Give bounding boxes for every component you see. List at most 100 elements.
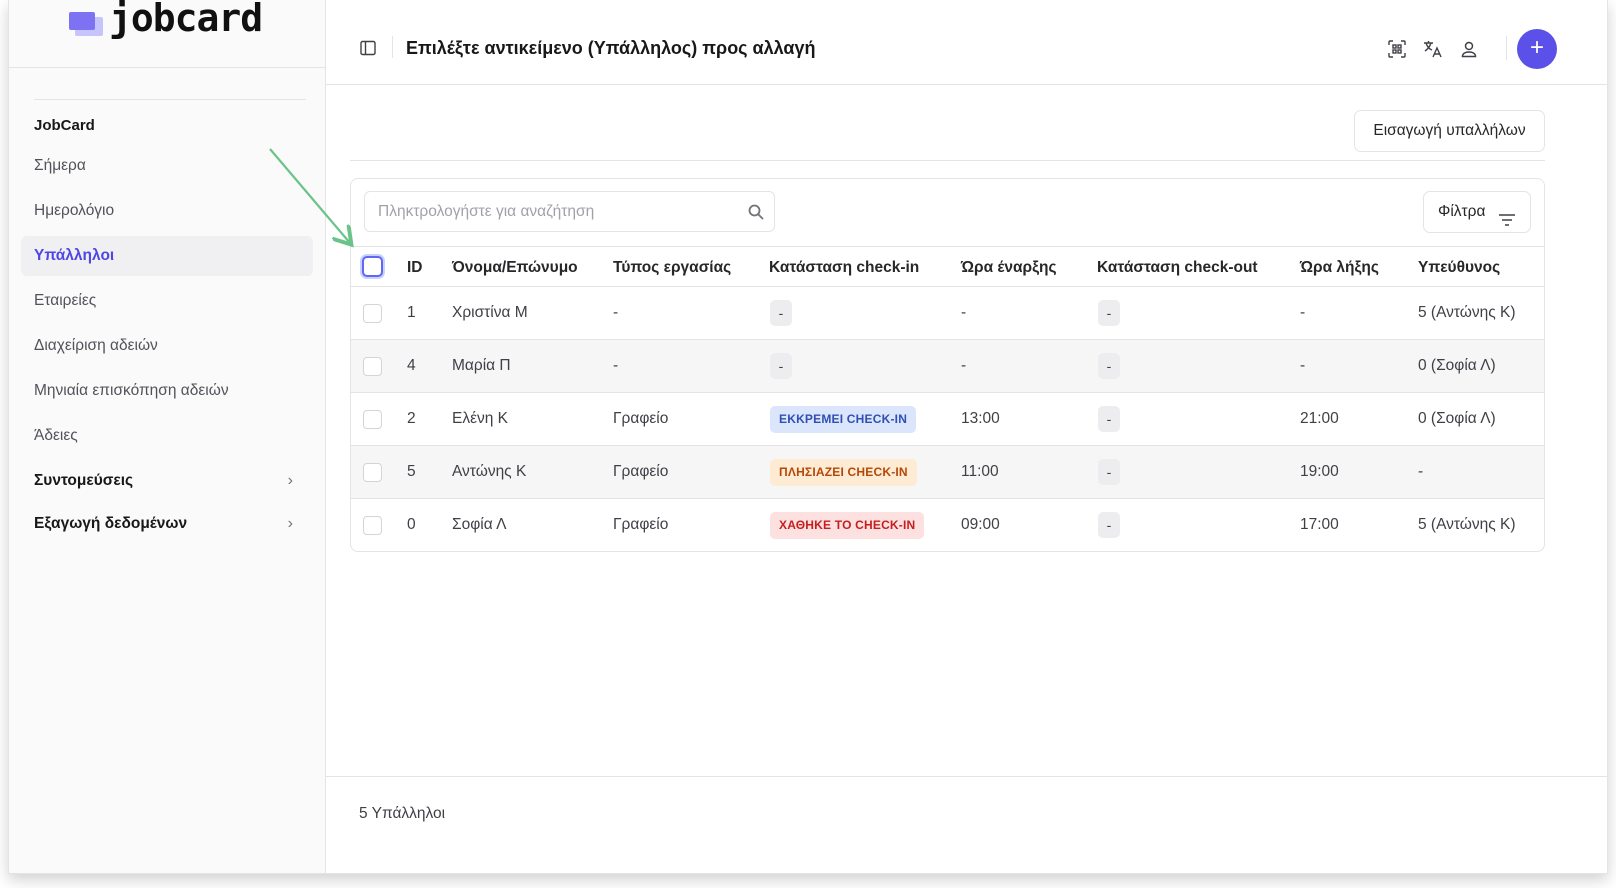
sidebar-item-today[interactable]: Σήμερα: [21, 146, 313, 186]
column-header-manager[interactable]: Υπεύθυνος: [1418, 259, 1500, 277]
sidebar-item-label: Άδειες: [34, 427, 78, 444]
header-separator: [1506, 36, 1507, 60]
search-icon[interactable]: [747, 203, 765, 221]
checkout-status-badge: -: [1098, 406, 1120, 432]
cell-end-time: 17:00: [1300, 516, 1339, 533]
checkout-status-badge: -: [1098, 353, 1120, 379]
sidebar-toggle-icon[interactable]: [360, 40, 376, 56]
user-icon[interactable]: [1459, 39, 1479, 59]
cell-name[interactable]: Αντώνης Κ: [452, 463, 526, 481]
cell-start-time: -: [961, 304, 967, 321]
checkout-status-badge: -: [1098, 459, 1120, 485]
nav-group-title: JobCard: [34, 117, 95, 134]
import-employees-button[interactable]: Εισαγωγή υπαλλήλων: [1354, 110, 1545, 152]
sidebar-section-label: Συντομεύσεις: [34, 472, 134, 489]
footer: 5 Υπάλληλοι: [326, 776, 1607, 873]
cell-start-time: 13:00: [961, 410, 1000, 427]
translate-icon[interactable]: [1423, 39, 1443, 59]
cell-name[interactable]: Ελένη Κ: [452, 410, 508, 428]
checkout-status-badge: -: [1098, 300, 1120, 326]
table-row[interactable]: 2 Ελένη Κ Γραφείο ΕΚΚΡΕΜΕΙ CHECK-IN 13:00 - 21…: [351, 392, 1544, 445]
cell-id[interactable]: 0: [407, 516, 416, 534]
page-title: Επιλέξτε αντικείμενο (Υπάλληλος) προς αλ…: [406, 38, 816, 58]
search-field[interactable]: [364, 191, 775, 232]
cell-name[interactable]: Μαρία Π: [452, 357, 511, 375]
cell-id[interactable]: 4: [407, 357, 416, 375]
row-checkbox[interactable]: [363, 357, 382, 376]
sidebar-item-label: Ημερολόγιο: [34, 202, 115, 219]
sidebar-section-shortcuts[interactable]: Συντομεύσεις ›: [21, 463, 313, 499]
table-row[interactable]: 4 Μαρία Π - - - - - 0 (Σοφία Λ): [351, 339, 1544, 392]
checkin-status-badge: ΠΛΗΣΙΑΖΕΙ CHECK-IN: [770, 459, 917, 486]
column-header-end-time[interactable]: Ώρα λήξης: [1300, 259, 1379, 277]
cell-name[interactable]: Σοφία Λ: [452, 516, 506, 534]
cell-work-type: -: [613, 304, 619, 321]
table-header-divider: [351, 246, 1544, 247]
row-checkbox[interactable]: [363, 516, 382, 535]
row-checkbox[interactable]: [363, 410, 382, 429]
checkin-status-badge: ΧΑΘΗΚΕ ΤΟ CHECK-IN: [770, 512, 925, 539]
cell-work-type: Γραφείο: [613, 463, 669, 480]
header-separator: [392, 36, 393, 58]
cell-name[interactable]: Χριστίνα Μ: [452, 304, 528, 322]
row-checkbox[interactable]: [363, 304, 382, 323]
sidebar-item-label: Σήμερα: [34, 157, 86, 174]
filter-icon: [1498, 204, 1516, 226]
table-row[interactable]: 0 Σοφία Λ Γραφείο ΧΑΘΗΚΕ ΤΟ CHECK-IN 09:00 - 1…: [351, 498, 1544, 551]
checkin-status-badge: -: [770, 300, 792, 326]
checkin-status-badge: -: [770, 353, 792, 379]
sidebar-item-label: Εταιρείες: [34, 292, 97, 309]
add-button[interactable]: +: [1517, 29, 1557, 69]
sidebar-item-companies[interactable]: Εταιρείες: [21, 281, 313, 321]
sidebar-section-data-export[interactable]: Εξαγωγή δεδομένων ›: [21, 506, 313, 542]
checkin-status-badge: ΕΚΚΡΕΜΕΙ CHECK-IN: [770, 406, 917, 433]
checkout-status-badge: -: [1098, 512, 1120, 538]
column-header-id[interactable]: ID: [407, 259, 423, 277]
table-row[interactable]: 1 Χριστίνα Μ - - - - - 5 (Αντώνης Κ): [351, 286, 1544, 339]
logo-mark-icon: [69, 12, 103, 36]
sidebar-item-leave-management[interactable]: Διαχείριση αδειών: [21, 326, 313, 366]
filters-button[interactable]: Φίλτρα: [1423, 191, 1531, 233]
sidebar-item-label: Διαχείριση αδειών: [34, 337, 158, 354]
cell-work-type: Γραφείο: [613, 410, 669, 427]
column-header-checkin-status[interactable]: Κατάσταση check-in: [769, 259, 919, 277]
qr-scan-icon[interactable]: [1387, 39, 1407, 59]
logo-text: jobcard: [109, 0, 263, 40]
top-header: Επιλέξτε αντικείμενο (Υπάλληλος) προς αλ…: [326, 0, 1607, 85]
cell-id[interactable]: 1: [407, 304, 416, 322]
chevron-right-icon: ›: [287, 472, 293, 489]
sidebar-section-label: Εξαγωγή δεδομένων: [34, 515, 188, 532]
cell-end-time: 21:00: [1300, 410, 1339, 427]
column-header-name[interactable]: Όνομα/Επώνυμο: [452, 259, 578, 277]
column-header-start-time[interactable]: Ώρα έναρξης: [961, 259, 1057, 277]
main-divider: [350, 160, 1545, 161]
cell-work-type: Γραφείο: [613, 516, 669, 533]
cell-manager: 5 (Αντώνης Κ): [1418, 304, 1516, 321]
cell-id[interactable]: 5: [407, 463, 416, 481]
cell-start-time: 11:00: [961, 463, 999, 480]
filters-label: Φίλτρα: [1438, 203, 1486, 220]
cell-end-time: 19:00: [1300, 463, 1339, 480]
search-input[interactable]: [378, 200, 738, 224]
sidebar-item-label: Μηνιαία επισκόπηση αδειών: [34, 382, 229, 399]
row-checkbox[interactable]: [363, 463, 382, 482]
select-all-checkbox[interactable]: [362, 256, 383, 277]
cell-manager: 0 (Σοφία Λ): [1418, 357, 1496, 374]
logo[interactable]: jobcard: [9, 0, 325, 68]
cell-manager: 5 (Αντώνης Κ): [1418, 516, 1516, 533]
column-header-checkout-status[interactable]: Κατάσταση check-out: [1097, 259, 1258, 277]
employees-table: Φίλτρα ID Όνομα/Επώνυμο Τύπος εργασίας Κ…: [350, 178, 1545, 552]
sidebar-item-leaves[interactable]: Άδειες: [21, 416, 313, 456]
sidebar-item-employees[interactable]: Υπάλληλοι: [21, 236, 313, 276]
sidebar-divider: [34, 99, 306, 100]
sidebar-item-monthly-leave-overview[interactable]: Μηνιαία επισκόπηση αδειών: [21, 371, 313, 411]
column-header-work-type[interactable]: Τύπος εργασίας: [613, 259, 731, 277]
cell-end-time: -: [1300, 304, 1306, 321]
employee-count: 5 Υπάλληλοι: [359, 805, 446, 822]
sidebar-item-calendar[interactable]: Ημερολόγιο: [21, 191, 313, 231]
table-row[interactable]: 5 Αντώνης Κ Γραφείο ΠΛΗΣΙΑΖΕΙ CHECK-IN 11:00…: [351, 445, 1544, 498]
cell-end-time: -: [1300, 357, 1306, 374]
cell-id[interactable]: 2: [407, 410, 416, 428]
cell-work-type: -: [613, 357, 619, 374]
cell-start-time: 09:00: [961, 516, 1000, 533]
